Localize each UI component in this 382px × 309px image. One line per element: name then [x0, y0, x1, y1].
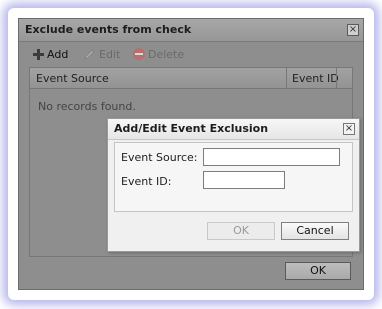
column-header-event-source[interactable]: Event Source [36, 72, 109, 85]
empty-grid-message: No records found. [38, 100, 136, 113]
event-source-input[interactable] [203, 148, 340, 166]
pencil-icon [84, 48, 95, 60]
window-title: Exclude events from check [25, 23, 192, 36]
edit-label: Edit [99, 47, 121, 61]
column-divider[interactable] [336, 68, 337, 88]
delete-icon [133, 48, 145, 60]
dialog-cancel-button[interactable]: Cancel [281, 222, 349, 240]
dialog-titlebar[interactable]: Add/Edit Event Exclusion × [108, 119, 359, 140]
window-close-button[interactable]: × [347, 24, 359, 36]
dialog-title: Add/Edit Event Exclusion [114, 122, 269, 135]
add-label: Add [47, 47, 69, 61]
toolbar: Add Edit Delete [19, 43, 363, 65]
window-titlebar[interactable]: Exclude events from check × [19, 19, 363, 42]
delete-label: Delete [148, 47, 185, 61]
add-button[interactable]: Add [33, 47, 68, 61]
delete-button[interactable]: Delete [133, 47, 184, 61]
event-id-label: Event ID: [121, 175, 172, 188]
event-id-input[interactable] [203, 171, 285, 189]
ok-button[interactable]: OK [285, 262, 351, 280]
edit-button[interactable]: Edit [83, 47, 120, 61]
dialog-close-button[interactable]: × [343, 123, 355, 135]
dialog-ok-button[interactable]: OK [207, 222, 275, 240]
plus-icon [33, 48, 44, 60]
event-source-label: Event Source: [121, 151, 198, 164]
column-header-event-id[interactable]: Event ID [292, 72, 339, 85]
column-divider[interactable] [286, 68, 287, 88]
add-edit-exclusion-dialog: Add/Edit Event Exclusion × Event Source:… [107, 118, 360, 252]
grid-header: Event Source Event ID [30, 68, 352, 89]
dialog-form: Event Source: Event ID: [114, 142, 353, 212]
